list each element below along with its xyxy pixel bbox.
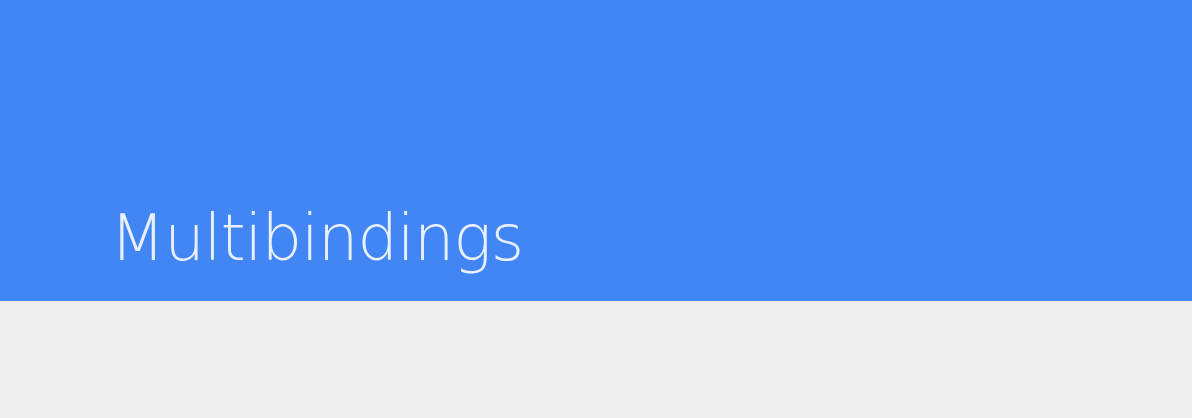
content-area — [0, 301, 1192, 418]
header-banner: Multibindings — [0, 0, 1192, 301]
page: Multibindings — [0, 0, 1192, 418]
page-title: Multibindings — [110, 202, 524, 276]
